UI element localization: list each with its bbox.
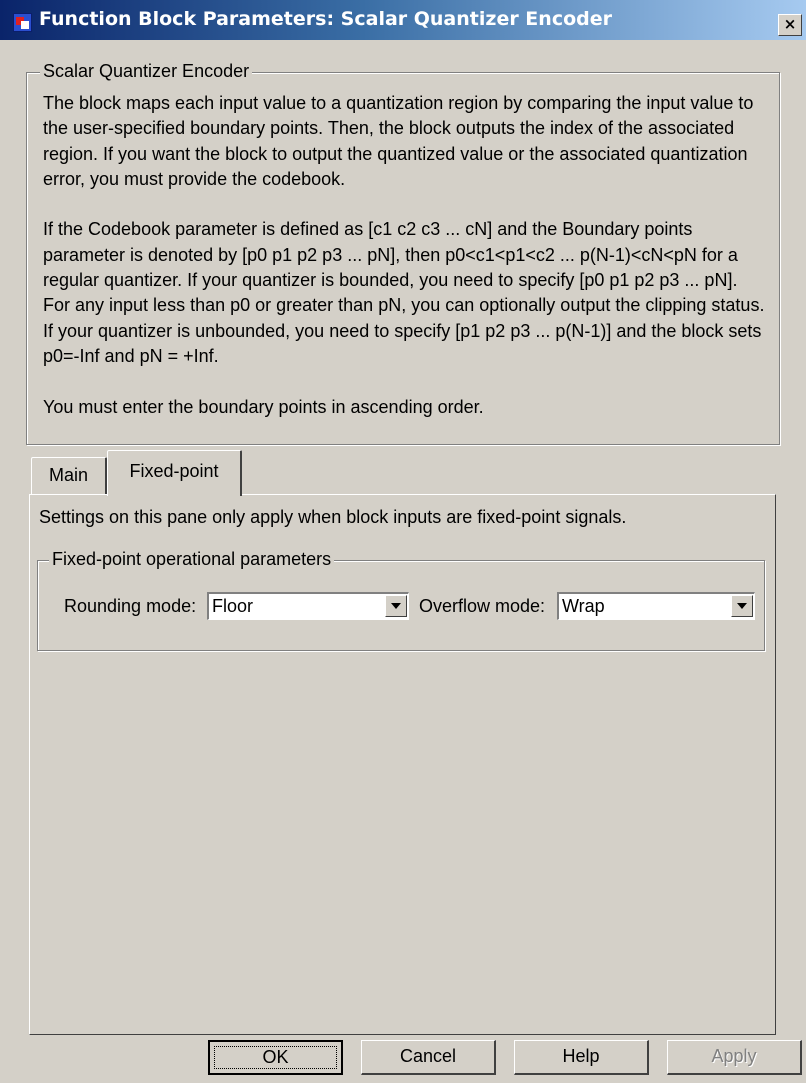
simulink-block-icon bbox=[13, 13, 32, 32]
apply-button[interactable]: Apply bbox=[667, 1040, 802, 1075]
cancel-button[interactable]: Cancel bbox=[361, 1040, 496, 1075]
chevron-down-icon[interactable] bbox=[731, 595, 753, 617]
ok-button[interactable]: OK bbox=[208, 1040, 343, 1075]
apply-button-label: Apply bbox=[711, 1046, 757, 1066]
rounding-mode-select[interactable]: Floor bbox=[207, 592, 409, 620]
tab-fixed-point[interactable]: Fixed-point bbox=[107, 450, 242, 496]
window-title: Function Block Parameters: Scalar Quanti… bbox=[39, 8, 612, 30]
description-group-title: Scalar Quantizer Encoder bbox=[40, 61, 253, 82]
fixed-point-group-title: Fixed-point operational parameters bbox=[49, 549, 335, 570]
tab-main[interactable]: Main bbox=[31, 457, 107, 494]
close-button[interactable]: × bbox=[778, 14, 802, 36]
fixed-point-note: Settings on this pane only apply when bl… bbox=[39, 507, 627, 527]
description-paragraph: If the Codebook parameter is defined as … bbox=[43, 219, 765, 366]
overflow-mode-label: Overflow mode: bbox=[419, 596, 546, 616]
block-description: The block maps each input value to a qua… bbox=[43, 91, 768, 420]
help-button[interactable]: Help bbox=[514, 1040, 649, 1075]
description-paragraph: The block maps each input value to a qua… bbox=[43, 93, 754, 189]
rounding-mode-label: Rounding mode: bbox=[64, 596, 197, 616]
chevron-down-icon[interactable] bbox=[385, 595, 407, 617]
cancel-button-label: Cancel bbox=[399, 1046, 457, 1066]
overflow-mode-value: Wrap bbox=[562, 596, 605, 616]
title-bar[interactable]: Function Block Parameters: Scalar Quanti… bbox=[0, 0, 806, 40]
overflow-mode-select[interactable]: Wrap bbox=[557, 592, 755, 620]
help-button-label: Help bbox=[562, 1046, 600, 1066]
rounding-mode-value: Floor bbox=[212, 596, 254, 616]
description-paragraph: You must enter the boundary points in as… bbox=[43, 396, 484, 417]
